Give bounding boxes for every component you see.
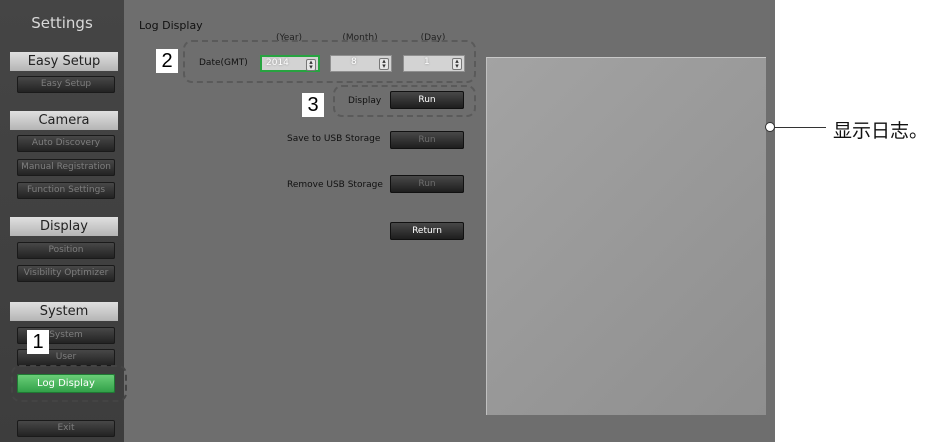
sidebar-item-easy-setup[interactable]: Easy Setup — [17, 76, 115, 93]
callout-dot-icon — [765, 122, 775, 132]
sidebar-item-auto-discovery[interactable]: Auto Discovery — [17, 135, 115, 152]
section-display: Display — [10, 217, 118, 236]
sidebar-item-visibility-optimizer[interactable]: Visibility Optimizer — [17, 265, 115, 282]
section-easy-setup: Easy Setup — [10, 52, 118, 71]
return-button[interactable]: Return — [390, 222, 464, 240]
sidebar-item-manual-registration[interactable]: Manual Registration — [17, 159, 115, 176]
step-number-2: 2 — [156, 49, 178, 73]
save-usb-run-button[interactable]: Run — [390, 131, 464, 149]
highlight-date — [183, 40, 476, 83]
save-usb-label: Save to USB Storage — [287, 134, 381, 144]
log-display-panel — [486, 57, 766, 415]
remove-usb-label: Remove USB Storage — [287, 180, 383, 190]
highlight-log-display — [11, 365, 127, 402]
highlight-display-run — [333, 85, 476, 117]
monitor-screen: Settings Easy Setup Easy Setup Camera Au… — [0, 0, 775, 442]
remove-usb-run-button[interactable]: Run — [390, 175, 464, 193]
sidebar-item-function-settings[interactable]: Function Settings — [17, 182, 115, 199]
step-number-3: 3 — [302, 93, 324, 117]
callout-line — [770, 127, 826, 128]
page-title: Log Display — [139, 19, 203, 32]
section-system: System — [10, 302, 118, 321]
callout-text: 显示日志。 — [833, 120, 929, 142]
section-camera: Camera — [10, 111, 118, 130]
step-number-1: 1 — [27, 330, 49, 354]
sidebar-title: Settings — [31, 14, 93, 32]
exit-button[interactable]: Exit — [17, 420, 115, 437]
sidebar-item-position[interactable]: Position — [17, 242, 115, 259]
